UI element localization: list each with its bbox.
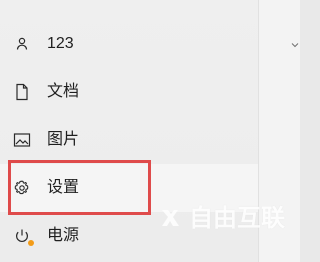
start-menu-list: 123 文档 图片 设置 电源 (0, 20, 258, 260)
gear-icon (12, 178, 32, 198)
menu-item-label: 图片 (47, 131, 80, 148)
menu-item-user[interactable]: 123 (0, 20, 258, 68)
image-icon (12, 130, 32, 150)
menu-item-power[interactable]: 电源 (0, 212, 258, 260)
menu-item-label: 文档 (47, 83, 80, 100)
menu-item-documents[interactable]: 文档 (0, 68, 258, 116)
chevron-down-icon[interactable] (291, 36, 299, 48)
menu-item-label: 设置 (47, 179, 80, 196)
menu-item-settings[interactable]: 设置 (0, 164, 258, 212)
user-icon (12, 34, 32, 54)
power-status-dot (28, 240, 34, 246)
menu-item-pictures[interactable]: 图片 (0, 116, 258, 164)
menu-item-label: 123 (47, 35, 74, 52)
power-icon (12, 226, 34, 246)
right-pane (258, 0, 300, 262)
start-menu-panel: 123 文档 图片 设置 电源 (0, 0, 258, 262)
menu-item-label: 电源 (47, 227, 80, 244)
document-icon (12, 82, 32, 102)
